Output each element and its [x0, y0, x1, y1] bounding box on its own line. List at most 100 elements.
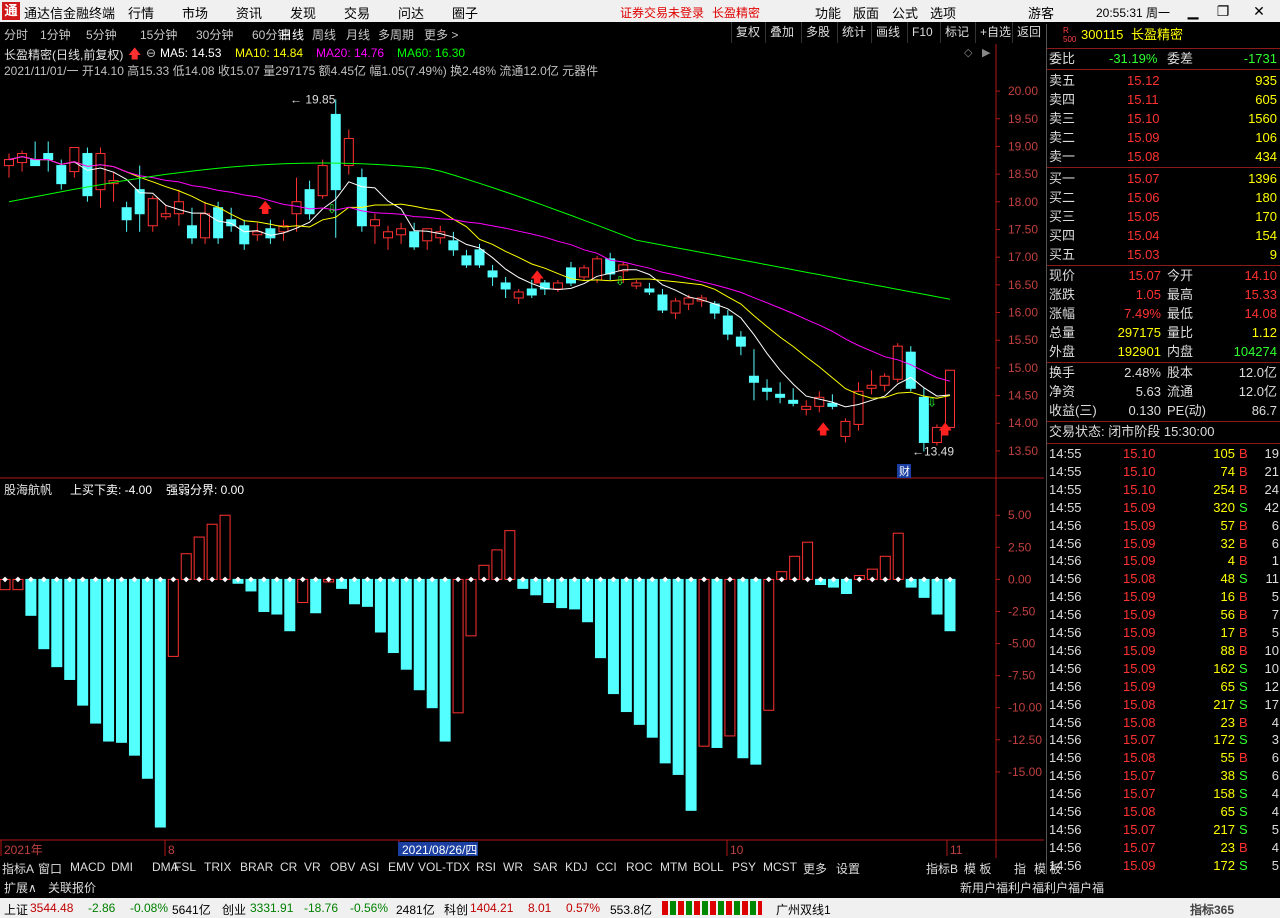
tool-button-6[interactable]: 标记: [940, 22, 973, 43]
menu-zixun[interactable]: 资讯: [236, 3, 262, 22]
tool-button-2[interactable]: 多股: [801, 22, 834, 43]
period-tab-2[interactable]: 5分钟: [86, 26, 117, 43]
indicator-tab-22[interactable]: PSY: [732, 860, 756, 874]
login-notice[interactable]: 证券交易未登录: [620, 4, 704, 21]
indicator-tab-11[interactable]: ASI: [360, 860, 379, 874]
menu-hangqing[interactable]: 行情: [128, 3, 154, 22]
ask-row-1[interactable]: 卖四 15.11 605: [1047, 91, 1280, 109]
tick-row-21[interactable]: 14:56 15.07 217 S 5: [1047, 821, 1280, 838]
bid-row-1[interactable]: 买二 15.06 180: [1047, 189, 1280, 207]
period-tab-10[interactable]: 更多 >: [424, 26, 458, 43]
indicator-tab-9[interactable]: VR: [304, 860, 321, 874]
menu-quanzi[interactable]: 圈子: [452, 3, 478, 22]
restore-icon[interactable]: ❐: [1210, 1, 1236, 21]
tool-button-8[interactable]: 返回: [1012, 22, 1045, 43]
indicator-tab-10[interactable]: OBV: [330, 860, 355, 874]
indicator-tab-20[interactable]: MTM: [660, 860, 687, 874]
tick-row-5[interactable]: 14:56 15.09 32 B 6: [1047, 535, 1280, 552]
quote-row-3[interactable]: 总量 297175 量比 1.12: [1047, 324, 1280, 342]
period-tab-1[interactable]: 1分钟: [40, 26, 71, 43]
indicator-tab-13[interactable]: VOL-TDX: [418, 860, 470, 874]
tick-row-22[interactable]: 14:56 15.07 23 B 4: [1047, 839, 1280, 856]
indicator-tab-24[interactable]: 更多: [803, 860, 827, 877]
bid-row-0[interactable]: 买一 15.07 1396: [1047, 170, 1280, 188]
tick-row-14[interactable]: 14:56 15.08 217 S 17: [1047, 696, 1280, 713]
tick-row-11[interactable]: 14:56 15.09 88 B 10: [1047, 642, 1280, 659]
indicator-tab-17[interactable]: KDJ: [565, 860, 588, 874]
bid-row-4[interactable]: 买五 15.03 9: [1047, 246, 1280, 264]
period-tab-0[interactable]: 分时: [4, 26, 28, 43]
indicator-tab-18[interactable]: CCI: [596, 860, 617, 874]
indicator-tab-21[interactable]: BOLL: [693, 860, 724, 874]
panel-tab-3[interactable]: 模 板: [1034, 860, 1061, 877]
kc-index-label[interactable]: 科创: [444, 901, 468, 918]
tool-button-7[interactable]: +自选: [975, 22, 1015, 43]
tick-row-0[interactable]: 14:55 15.10 105 B 19: [1047, 445, 1280, 462]
menu-shichang[interactable]: 市场: [182, 3, 208, 22]
quote-row-2[interactable]: 涨幅 7.49% 最低 14.08: [1047, 305, 1280, 323]
indicator-tab-23[interactable]: MCST: [763, 860, 797, 874]
ask-row-3[interactable]: 卖二 15.09 106: [1047, 129, 1280, 147]
menu-gongshi[interactable]: 公式: [892, 3, 918, 22]
indicator-tab-12[interactable]: EMV: [388, 860, 414, 874]
menu-banmian[interactable]: 版面: [853, 3, 879, 22]
panel-tab-1[interactable]: 模 板: [964, 860, 991, 877]
weibi-row[interactable]: 委比 -31.19% 委差 -1731: [1047, 50, 1280, 68]
tick-row-8[interactable]: 14:56 15.09 16 B 5: [1047, 588, 1280, 605]
tool-button-4[interactable]: 画线: [871, 22, 904, 43]
indicator-tab-2[interactable]: MACD: [70, 860, 105, 874]
tick-row-12[interactable]: 14:56 15.09 162 S 10: [1047, 660, 1280, 677]
quote-row-1[interactable]: 涨跌 1.05 最高 15.33: [1047, 286, 1280, 304]
ask-row-4[interactable]: 卖一 15.08 434: [1047, 148, 1280, 166]
fund-row-2[interactable]: 收益(三) 0.130 PE(动) 86.7: [1047, 402, 1280, 420]
chart-area[interactable]: 20.00 19.50 19.00 18.50 18.00 17.50 17.00 16.50…: [0, 44, 1044, 858]
tick-row-16[interactable]: 14:56 15.07 172 S 3: [1047, 731, 1280, 748]
chart-expand-icon[interactable]: ◇: [964, 47, 973, 59]
ask-row-0[interactable]: 卖五 15.12 935: [1047, 72, 1280, 90]
period-tab-7[interactable]: 周线: [312, 26, 336, 43]
period-tab-9[interactable]: 多周期: [378, 26, 414, 43]
indicator-tab-5[interactable]: FSL: [174, 860, 196, 874]
indicator-tab-19[interactable]: ROC: [626, 860, 653, 874]
tick-row-2[interactable]: 14:55 15.10 254 B 24: [1047, 481, 1280, 498]
indicator-tab-1[interactable]: 窗口: [38, 860, 62, 877]
period-tab-3[interactable]: 15分钟: [140, 26, 177, 43]
tick-row-20[interactable]: 14:56 15.08 65 S 4: [1047, 803, 1280, 820]
trade-status-row[interactable]: 交易状态: 闭市阶段 15:30:00: [1047, 423, 1280, 441]
tick-row-19[interactable]: 14:56 15.07 158 S 4: [1047, 785, 1280, 802]
period-tab-4[interactable]: 30分钟: [196, 26, 233, 43]
indicator-tab-6[interactable]: TRIX: [204, 860, 231, 874]
indicator-tab-3[interactable]: DMI: [111, 860, 133, 874]
close-icon[interactable]: ✕: [1246, 1, 1272, 21]
tick-row-17[interactable]: 14:56 15.08 55 B 6: [1047, 749, 1280, 766]
indicator-tab-25[interactable]: 设置: [836, 860, 860, 877]
tick-row-6[interactable]: 14:56 15.09 4 B 1: [1047, 552, 1280, 569]
stock-header[interactable]: R 500 300115 长盈精密: [1047, 26, 1280, 44]
indicator-tab-0[interactable]: 指标A: [2, 860, 34, 877]
news-ticker[interactable]: 新用户福利户福利户福户福: [960, 879, 1110, 896]
tick-row-23[interactable]: 14:56 15.09 172 S 5: [1047, 857, 1280, 874]
tool-button-3[interactable]: 统计: [837, 22, 870, 43]
tick-row-7[interactable]: 14:56 15.08 48 S 11: [1047, 570, 1280, 587]
indicator-tab-8[interactable]: CR: [280, 860, 297, 874]
expand-button[interactable]: 扩展∧: [4, 879, 37, 896]
tick-row-1[interactable]: 14:55 15.10 74 B 21: [1047, 463, 1280, 480]
bid-row-2[interactable]: 买三 15.05 170: [1047, 208, 1280, 226]
fund-row-0[interactable]: 换手 2.48% 股本 12.0亿: [1047, 364, 1280, 382]
tool-button-0[interactable]: 复权: [731, 22, 764, 43]
menu-wenda[interactable]: 问达: [398, 3, 424, 22]
chart-menu-icon[interactable]: ▶: [982, 47, 991, 59]
menu-gongneng[interactable]: 功能: [815, 3, 841, 22]
period-tab-6[interactable]: 日线: [280, 26, 304, 43]
bid-row-3[interactable]: 买四 15.04 154: [1047, 227, 1280, 245]
panel-tab-0[interactable]: 指标B: [926, 860, 958, 877]
cy-index-label[interactable]: 创业: [222, 901, 246, 918]
collapse-icon[interactable]: ⊖: [146, 46, 156, 60]
line-label[interactable]: 广州双线1: [776, 901, 831, 918]
indicator-tab-14[interactable]: RSI: [476, 860, 496, 874]
tool-button-1[interactable]: 叠加: [765, 22, 798, 43]
tick-row-15[interactable]: 14:56 15.08 23 B 4: [1047, 714, 1280, 731]
tick-row-9[interactable]: 14:56 15.09 56 B 7: [1047, 606, 1280, 623]
minimize-icon[interactable]: ▁: [1180, 1, 1206, 21]
related-quote-button[interactable]: 关联报价: [48, 879, 96, 896]
